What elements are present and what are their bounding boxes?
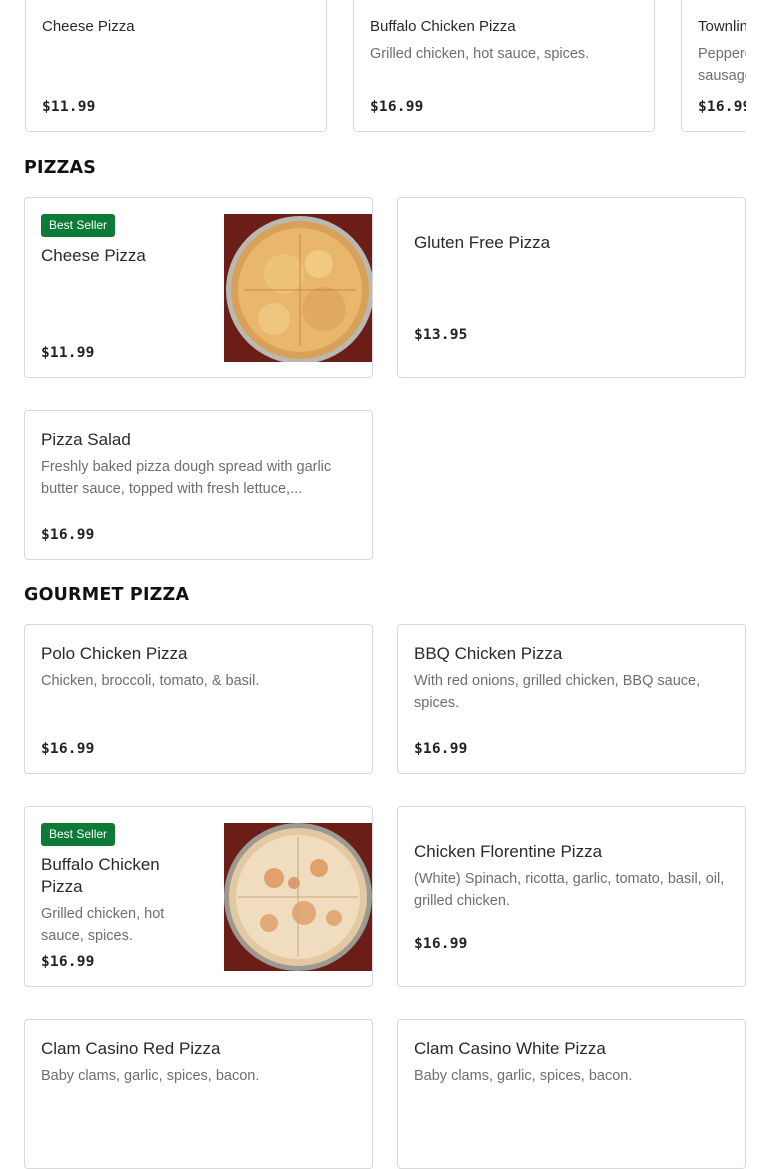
item-title: BBQ Chicken Pizza	[414, 644, 563, 663]
menu-item-card[interactable]: BBQ Chicken Pizza With red onions, grill…	[397, 624, 746, 774]
section-title: PIZZAS	[24, 158, 97, 178]
best-seller-badge: Best Seller	[41, 214, 116, 237]
menu-item-card[interactable]: Polo Chicken Pizza Chicken, broccoli, to…	[24, 624, 373, 774]
item-price: $16.99	[370, 99, 424, 115]
item-title: Buffalo Chicken Pizza	[41, 855, 160, 896]
section-title: GOURMET PIZZA	[24, 585, 190, 605]
item-title: Townlin	[698, 18, 746, 35]
menu-item-card[interactable]: Chicken Florentine Pizza (White) Spinach…	[397, 806, 746, 987]
item-description: Pepperc sausage	[698, 46, 746, 84]
carousel-item[interactable]: Townlin Pepperc sausage $16.99	[681, 0, 746, 132]
item-description: With red onions, grilled chicken, BBQ sa…	[414, 673, 701, 711]
featured-carousel: Cheese Pizza $11.99 Buffalo Chicken Pizz…	[0, 0, 746, 140]
item-price: $13.95	[414, 327, 468, 343]
menu-item-card[interactable]: Best Seller Cheese Pizza $11.99	[24, 197, 373, 378]
item-price: $16.99	[41, 527, 95, 543]
item-title: Clam Casino Red Pizza	[41, 1039, 221, 1058]
carousel-item[interactable]: Buffalo Chicken Pizza Grilled chicken, h…	[353, 0, 655, 132]
item-description: Chicken, broccoli, tomato, & basil.	[41, 673, 260, 689]
item-price: $11.99	[42, 99, 96, 115]
item-title: Chicken Florentine Pizza	[414, 842, 603, 861]
buffalo-chicken-pizza-image	[224, 823, 372, 971]
item-description: Grilled chicken, hot sauce, spices.	[41, 906, 165, 944]
item-title: Cheese Pizza	[42, 18, 135, 35]
carousel-item[interactable]: Cheese Pizza $11.99	[25, 0, 327, 132]
item-title: Polo Chicken Pizza	[41, 644, 188, 663]
menu-item-card[interactable]: Best Seller Buffalo Chicken Pizza Grille…	[24, 806, 373, 987]
item-price: $16.99	[414, 741, 468, 757]
menu-item-card[interactable]: Clam Casino Red Pizza Baby clams, garlic…	[24, 1019, 373, 1169]
item-description: Baby clams, garlic, spices, bacon.	[414, 1068, 633, 1084]
item-title: Clam Casino White Pizza	[414, 1039, 606, 1058]
item-description: Grilled chicken, hot sauce, spices.	[370, 46, 590, 62]
item-price: $16.99	[414, 936, 468, 952]
item-price: $11.99	[41, 345, 95, 361]
item-price: $16.99	[41, 954, 95, 970]
menu-item-card[interactable]: Pizza Salad Freshly baked pizza dough sp…	[24, 410, 373, 560]
item-description: Freshly baked pizza dough spread with ga…	[41, 459, 332, 497]
item-title: Cheese Pizza	[41, 246, 146, 265]
item-title: Buffalo Chicken Pizza	[370, 18, 516, 35]
item-description: (White) Spinach, ricotta, garlic, tomato…	[414, 871, 725, 909]
item-price: $16.99	[41, 741, 95, 757]
best-seller-badge: Best Seller	[41, 823, 116, 846]
item-title: Gluten Free Pizza	[414, 233, 551, 252]
item-description: Baby clams, garlic, spices, bacon.	[41, 1068, 260, 1084]
menu-item-card[interactable]: Gluten Free Pizza $13.95	[397, 197, 746, 378]
item-price: $16.99	[698, 99, 746, 115]
item-title: Pizza Salad	[41, 430, 131, 449]
cheese-pizza-image	[224, 214, 372, 362]
menu-item-card[interactable]: Clam Casino White Pizza Baby clams, garl…	[397, 1019, 746, 1169]
